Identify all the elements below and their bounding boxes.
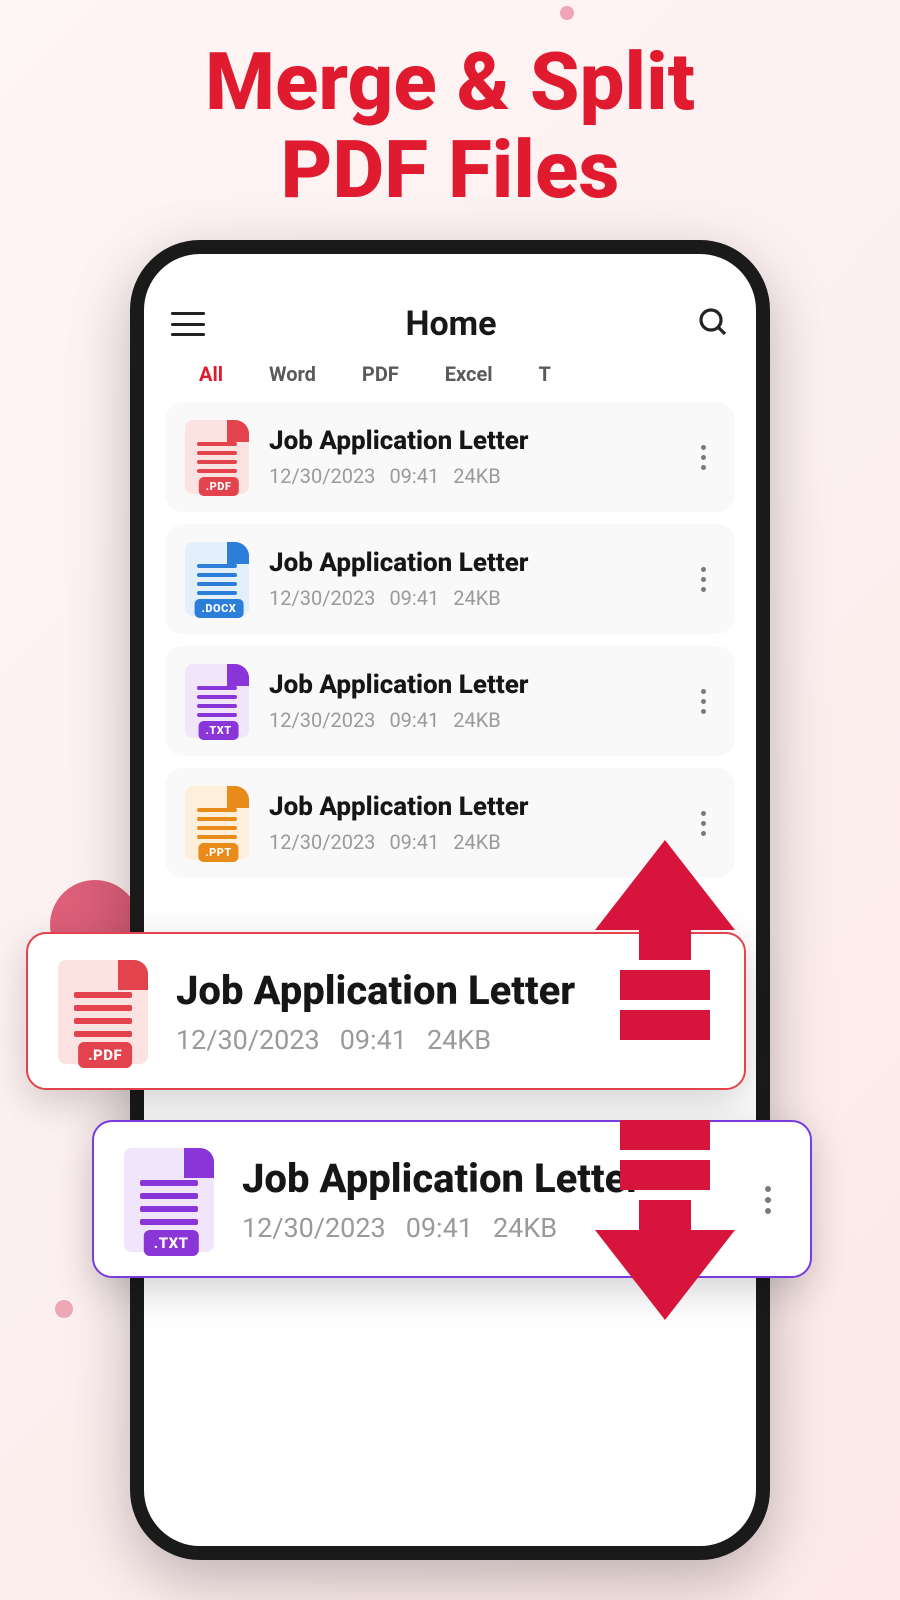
file-row[interactable]: .PPT Job Application Letter 12/30/2023 0… [165, 768, 735, 878]
file-pdf-icon: .PDF [58, 960, 148, 1064]
more-icon[interactable] [691, 567, 715, 592]
tab-more[interactable]: T [539, 362, 551, 386]
file-meta: 12/30/2023 09:41 24KB [269, 830, 671, 854]
file-badge: .PDF [78, 1042, 132, 1068]
file-time: 09:41 [406, 1212, 473, 1244]
more-icon[interactable] [691, 445, 715, 470]
marketing-headline: Merge & Split PDF Files [0, 0, 900, 214]
file-title: Job Application Letter [269, 670, 671, 701]
file-meta: 12/30/2023 09:41 24KB [269, 464, 671, 488]
file-meta: 12/30/2023 09:41 24KB [269, 586, 671, 610]
file-txt-icon: .TXT [124, 1148, 214, 1252]
decor-dot [560, 6, 574, 20]
file-time: 09:41 [389, 586, 439, 610]
page-title: Home [405, 304, 496, 344]
tab-pdf[interactable]: PDF [362, 362, 399, 386]
file-time: 09:41 [340, 1024, 407, 1056]
file-badge: .DOCX [195, 599, 244, 618]
file-time: 09:41 [389, 708, 439, 732]
file-size: 24KB [427, 1024, 491, 1056]
file-date: 12/30/2023 [176, 1024, 320, 1056]
more-icon[interactable] [691, 811, 715, 836]
file-title: Job Application Letter [242, 1156, 728, 1202]
menu-icon[interactable] [171, 312, 205, 336]
file-badge: .PPT [198, 843, 238, 862]
headline-line1: Merge & Split [0, 38, 900, 126]
file-txt-icon: .TXT [185, 664, 249, 738]
file-row[interactable]: .DOCX Job Application Letter 12/30/2023 … [165, 524, 735, 634]
file-meta: 12/30/2023 09:41 24KB [242, 1212, 728, 1244]
file-title: Job Application Letter [269, 548, 671, 579]
phone-frame: Home All Word PDF Excel T .PDF Job Appli… [130, 240, 770, 1560]
file-title: Job Application Letter [269, 792, 671, 823]
file-size: 24KB [453, 586, 501, 610]
tab-word[interactable]: Word [269, 362, 316, 386]
more-icon[interactable] [756, 1186, 780, 1214]
file-size: 24KB [453, 830, 501, 854]
file-docx-icon: .DOCX [185, 542, 249, 616]
file-date: 12/30/2023 [242, 1212, 386, 1244]
file-date: 12/30/2023 [269, 830, 375, 854]
file-meta: 12/30/2023 09:41 24KB [269, 708, 671, 732]
file-list: .PDF Job Application Letter 12/30/2023 0… [159, 402, 741, 878]
tab-excel[interactable]: Excel [445, 362, 493, 386]
top-bar: Home [159, 304, 741, 362]
file-title: Job Application Letter [269, 426, 671, 457]
file-badge: .PDF [199, 477, 239, 496]
file-time: 09:41 [389, 830, 439, 854]
file-badge: .TXT [199, 721, 239, 740]
file-date: 12/30/2023 [269, 464, 375, 488]
file-row[interactable]: .TXT Job Application Letter 12/30/2023 0… [165, 646, 735, 756]
highlight-card-pdf[interactable]: .PDF Job Application Letter 12/30/2023 0… [26, 932, 746, 1090]
file-date: 12/30/2023 [269, 708, 375, 732]
file-badge: .TXT [144, 1230, 199, 1256]
highlight-card-txt[interactable]: .TXT Job Application Letter 12/30/2023 0… [92, 1120, 812, 1278]
file-pdf-icon: .PDF [185, 420, 249, 494]
file-meta: 12/30/2023 09:41 24KB [176, 1024, 575, 1056]
headline-line2: PDF Files [0, 126, 900, 214]
file-ppt-icon: .PPT [185, 786, 249, 860]
filter-tabs: All Word PDF Excel T [159, 362, 741, 402]
search-icon[interactable] [697, 306, 729, 342]
file-size: 24KB [493, 1212, 557, 1244]
app-screen: Home All Word PDF Excel T .PDF Job Appli… [144, 254, 756, 1546]
file-row[interactable]: .PDF Job Application Letter 12/30/2023 0… [165, 402, 735, 512]
more-icon[interactable] [691, 689, 715, 714]
file-size: 24KB [453, 708, 501, 732]
decor-dot [55, 1300, 73, 1318]
file-title: Job Application Letter [176, 968, 575, 1014]
file-size: 24KB [453, 464, 501, 488]
file-time: 09:41 [389, 464, 439, 488]
file-date: 12/30/2023 [269, 586, 375, 610]
tab-all[interactable]: All [199, 362, 223, 386]
